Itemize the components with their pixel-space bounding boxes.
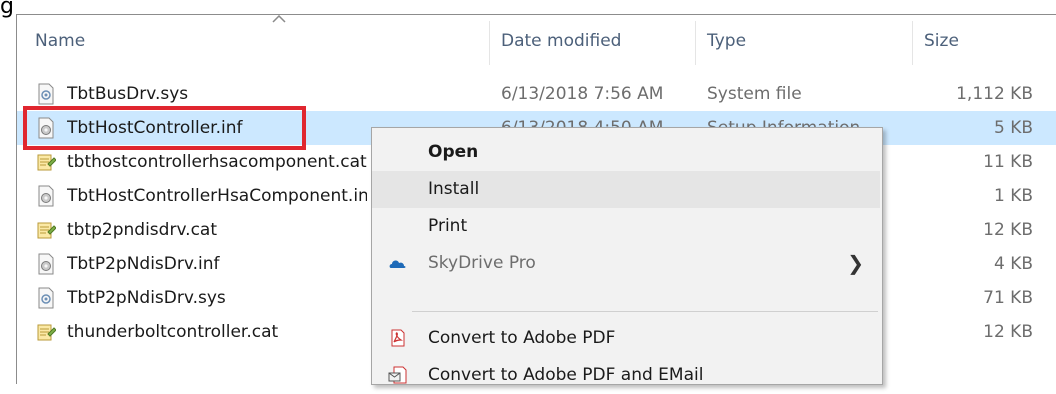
file-size: 1 KB <box>993 186 1033 206</box>
file-type: System file <box>707 84 802 104</box>
security-catalog-icon <box>36 219 57 241</box>
column-header-date[interactable]: Date modified <box>501 31 621 51</box>
menu-item-label: Print <box>428 216 468 236</box>
adobe-pdf-email-icon <box>388 365 408 385</box>
menu-separator <box>412 311 878 312</box>
column-divider[interactable] <box>695 21 696 65</box>
setup-information-icon <box>36 253 56 275</box>
security-catalog-icon <box>36 321 57 343</box>
file-date: 6/13/2018 7:56 AM <box>501 84 664 104</box>
menu-item-install[interactable]: Install <box>372 171 880 208</box>
column-divider[interactable] <box>912 21 913 65</box>
file-name: TbtP2pNdisDrv.inf <box>67 254 220 274</box>
file-name: TbtHostControllerHsaComponent.inf <box>67 186 367 206</box>
menu-item-label: Open <box>428 142 479 162</box>
menu-item-convert-to-adobe-pdf[interactable]: Convert to Adobe PDF <box>372 320 880 357</box>
file-name: thunderboltcontroller.cat <box>67 322 279 342</box>
file-name: tbtp2pndisdrv.cat <box>67 220 218 240</box>
sort-ascending-icon[interactable] <box>272 14 286 23</box>
system-file-icon <box>36 287 56 309</box>
security-catalog-icon <box>36 151 57 173</box>
skydrive-cloud-icon <box>388 253 408 273</box>
menu-item-label: Convert to Adobe PDF <box>428 328 616 348</box>
menu-item-label: Convert to Adobe PDF and EMail <box>428 365 704 385</box>
file-size: 12 KB <box>983 322 1033 342</box>
file-size: 5 KB <box>993 118 1033 138</box>
menu-item-label: SkyDrive Pro <box>428 253 536 273</box>
file-size: 11 KB <box>983 152 1033 172</box>
partial-heading: g <box>0 0 14 19</box>
context-menu: Open Install Print SkyDrive Pro ❯ Convert to … <box>371 127 883 385</box>
file-name: tbthostcontrollerhsacomponent.cat <box>67 152 367 172</box>
chevron-right-icon: ❯ <box>847 251 864 275</box>
menu-item-skydrive-pro[interactable]: SkyDrive Pro ❯ <box>372 245 880 282</box>
menu-item-label: Install <box>428 179 480 199</box>
column-header-type[interactable]: Type <box>707 31 746 51</box>
file-name: TbtP2pNdisDrv.sys <box>67 288 226 308</box>
adobe-pdf-icon <box>388 328 408 348</box>
file-size: 12 KB <box>983 220 1033 240</box>
system-file-icon <box>36 83 56 105</box>
file-size: 4 KB <box>993 254 1033 274</box>
file-name: TbtBusDrv.sys <box>67 84 189 104</box>
menu-item-open[interactable]: Open <box>372 134 880 171</box>
column-header-name[interactable]: Name <box>35 31 85 51</box>
setup-information-icon <box>36 185 56 207</box>
column-divider[interactable] <box>489 21 490 65</box>
column-header-size[interactable]: Size <box>924 31 959 51</box>
file-size: 71 KB <box>983 288 1033 308</box>
file-size: 1,112 KB <box>956 84 1033 104</box>
highlight-box <box>23 106 306 150</box>
menu-item-print[interactable]: Print <box>372 208 880 245</box>
menu-item-convert-to-adobe-pdf-and-email[interactable]: Convert to Adobe PDF and EMail <box>372 357 880 394</box>
